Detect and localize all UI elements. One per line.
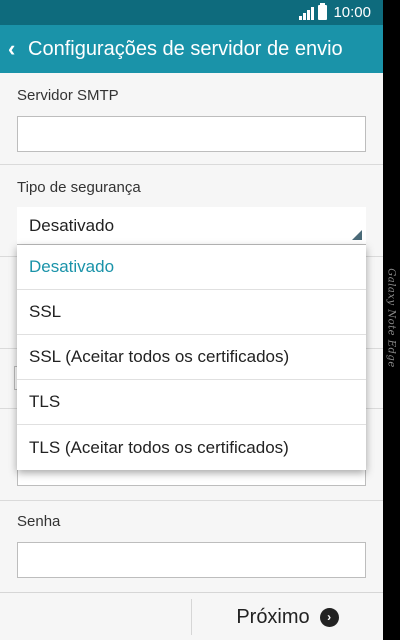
security-option-tls[interactable]: TLS — [17, 380, 366, 425]
security-option-ssl-all-certs[interactable]: SSL (Aceitar todos os certificados) — [17, 335, 366, 380]
bottom-bar: Próximo › — [0, 592, 383, 640]
next-button[interactable]: Próximo › — [192, 593, 383, 640]
signal-icon — [299, 6, 315, 20]
password-input[interactable] — [17, 542, 366, 578]
smtp-label: Servidor SMTP — [17, 87, 119, 104]
security-label: Tipo de segurança — [17, 179, 141, 196]
password-label: Senha — [17, 513, 61, 530]
security-option-tls-all-certs[interactable]: TLS (Aceitar todos os certificados) — [17, 425, 366, 470]
security-dropdown: Desativado SSL SSL (Aceitar todos os cer… — [17, 245, 366, 470]
next-label: Próximo — [236, 605, 310, 628]
action-bar: ‹ Configurações de servidor de envio — [0, 25, 383, 73]
password-section: Senha — [0, 501, 383, 592]
status-time: 10:00 — [333, 4, 371, 21]
device-edge-label: Galaxy Note Edge — [385, 268, 397, 368]
smtp-input[interactable] — [17, 116, 366, 152]
security-option-ssl[interactable]: SSL — [17, 290, 366, 335]
battery-icon — [318, 3, 328, 20]
screen: 10:00 ‹ Configurações de servidor de env… — [0, 0, 383, 640]
chevron-right-icon: › — [319, 607, 339, 627]
dropdown-arrow-icon — [352, 230, 362, 240]
smtp-section: Servidor SMTP — [0, 73, 383, 165]
page-title: Configurações de servidor de envio — [28, 37, 343, 60]
status-bar: 10:00 — [0, 0, 383, 25]
security-select[interactable]: Desativado — [17, 207, 366, 245]
back-icon[interactable]: ‹ — [0, 38, 28, 60]
security-option-desativado[interactable]: Desativado — [17, 245, 366, 290]
security-select-value: Desativado — [29, 215, 115, 235]
